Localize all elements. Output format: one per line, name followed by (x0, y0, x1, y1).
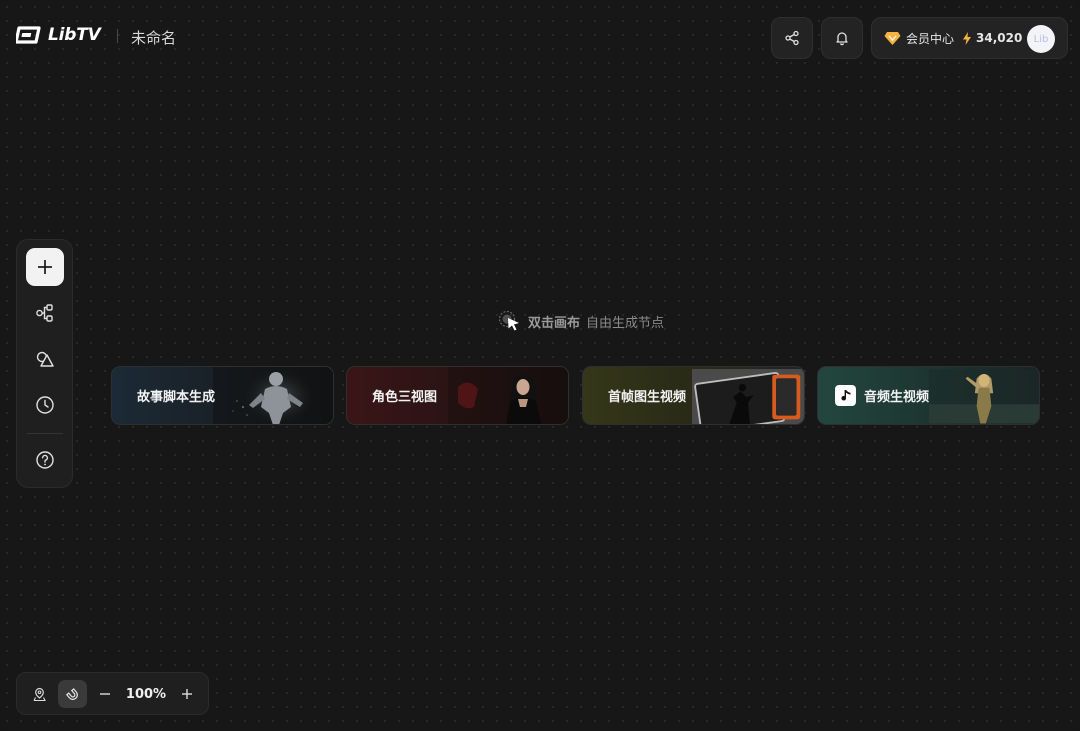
lightning-icon (963, 31, 972, 45)
shapes-button[interactable] (26, 340, 64, 378)
template-card-character-views[interactable]: 角色三视图 (346, 366, 569, 425)
dancer-thumbnail (929, 369, 1039, 424)
shapes-icon (36, 351, 54, 367)
template-card-label: 角色三视图 (372, 390, 438, 405)
add-node-button[interactable] (26, 248, 64, 286)
film-frame-thumbnail (692, 368, 804, 424)
document-title[interactable]: 未命名 (131, 27, 176, 48)
map-pin-icon (33, 687, 46, 701)
hint-weak-text: 自由生成节点 (586, 315, 665, 331)
magnet-icon (65, 687, 78, 700)
brand-name: LibTV (48, 25, 101, 45)
avatar[interactable]: Lib (1027, 25, 1055, 53)
brand-logo[interactable]: LibTV (16, 25, 101, 45)
share-button[interactable] (771, 17, 813, 59)
template-card-label: 首帧图生视频 (608, 390, 687, 405)
plus-icon (38, 260, 52, 274)
zoom-out-button[interactable] (93, 680, 117, 708)
avatar-text: Lib (1033, 33, 1049, 45)
toolbar-divider (27, 433, 63, 434)
left-toolbar (16, 239, 73, 488)
canvas-hint: 双击画布 自由生成节点 (498, 310, 664, 332)
zoom-level[interactable]: 100% (121, 680, 171, 708)
member-center-label: 会员中心 (906, 31, 955, 46)
hint-strong-text: 双击画布 (528, 315, 581, 331)
music-note-icon (835, 385, 856, 406)
template-card-label: 故事脚本生成 (137, 390, 216, 405)
workflow-button[interactable] (26, 294, 64, 332)
credits-count: 34,020 (976, 31, 1023, 45)
help-button[interactable] (26, 441, 64, 479)
template-card-story-script[interactable]: 故事脚本生成 (111, 366, 334, 425)
diamond-icon (884, 31, 901, 45)
member-center-button[interactable]: 会员中心 34,020 Lib (871, 17, 1068, 59)
template-card-label: 音频生视频 (864, 390, 930, 405)
help-icon (36, 451, 54, 469)
workflow-icon (36, 304, 53, 322)
snap-toggle-button[interactable] (58, 680, 87, 708)
title-divider (117, 29, 118, 43)
clock-icon (36, 396, 54, 414)
share-icon (785, 30, 799, 46)
notifications-button[interactable] (821, 17, 863, 59)
libtv-logo-icon (16, 26, 41, 44)
minimap-button[interactable] (25, 680, 53, 708)
template-card-first-frame-video[interactable]: 首帧图生视频 (582, 366, 805, 425)
zoom-in-button[interactable] (175, 680, 199, 708)
zoom-bar: 100% (16, 672, 209, 715)
canvas[interactable]: LibTV 未命名 会员中心 34,020 Lib 双击画布 自由生成节点 故事… (0, 0, 1080, 731)
template-card-audio-video[interactable]: 音频生视频 (817, 366, 1040, 425)
plus-icon (182, 689, 192, 699)
cursor-click-icon (498, 310, 519, 331)
astronaut-thumbnail (213, 367, 333, 424)
portrait-thumbnail (448, 367, 568, 424)
bell-icon (836, 32, 848, 46)
minus-icon (100, 693, 110, 695)
history-button[interactable] (26, 386, 64, 424)
